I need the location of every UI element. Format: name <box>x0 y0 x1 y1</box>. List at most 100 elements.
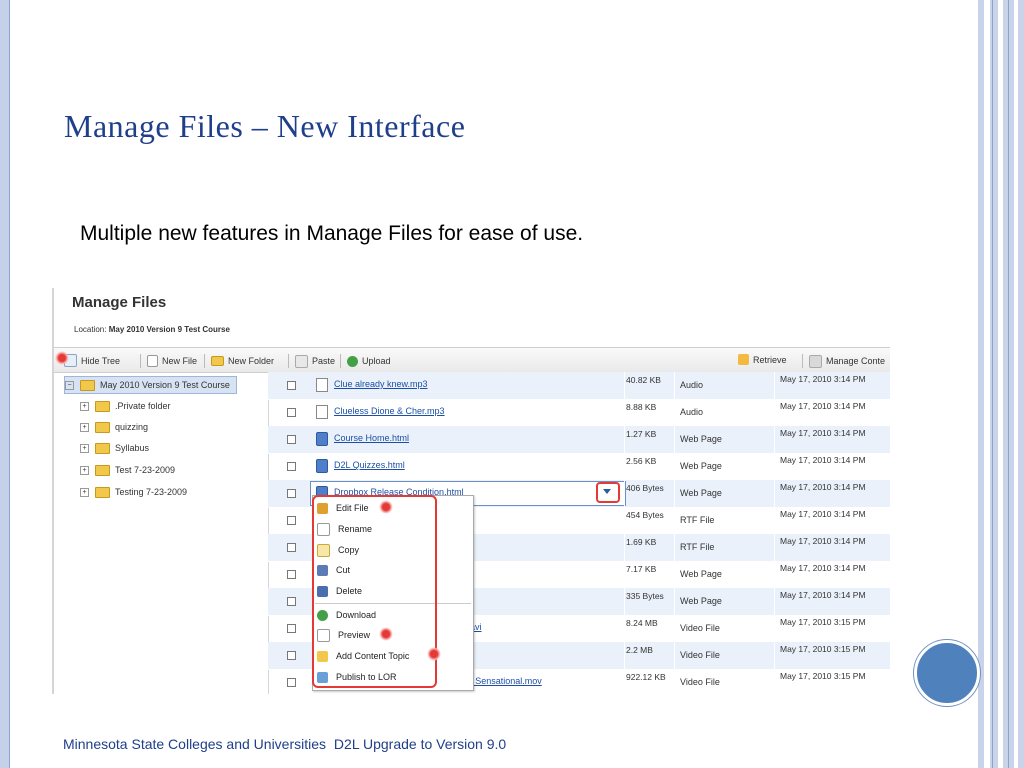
file-date: May 17, 2010 3:15 PM <box>780 671 866 681</box>
slide-footer: Minnesota State Colleges and Universitie… <box>63 736 510 752</box>
folder-icon <box>80 379 95 391</box>
location-label: Location: <box>74 325 107 334</box>
table-row[interactable]: Clueless Dione & Cher.mp3 8.88 KB Audio … <box>268 399 890 427</box>
footer-topic: D2L Upgrade to Version 9.0 <box>333 736 507 752</box>
file-type: Video File <box>680 650 720 660</box>
table-row[interactable]: Clue already knew.mp3 40.82 KB Audio May… <box>268 372 890 400</box>
file-name-link[interactable]: Clueless Dione & Cher.mp3 <box>334 406 445 416</box>
file-name-link[interactable]: Clue already knew.mp3 <box>334 379 428 389</box>
row-checkbox[interactable] <box>287 381 296 390</box>
tree-item[interactable]: + Testing 7-23-2009 <box>80 484 187 500</box>
audio-file-icon <box>316 405 328 419</box>
highlight-burst-preview <box>379 627 393 641</box>
tree-item[interactable]: + Syllabus <box>80 440 149 456</box>
expand-icon: + <box>80 487 89 497</box>
row-checkbox[interactable] <box>287 624 296 633</box>
expand-icon: + <box>80 401 89 411</box>
file-type: Web Page <box>680 596 722 606</box>
chevron-down-icon <box>603 489 611 494</box>
new-file-icon <box>147 355 158 367</box>
file-size: 406 Bytes <box>626 483 664 493</box>
manage-content-button[interactable]: Manage Conte <box>802 354 885 368</box>
manage-files-screenshot: Manage Files Location: May 2010 Version … <box>52 288 890 694</box>
upload-button[interactable]: Upload <box>340 354 391 368</box>
row-checkbox[interactable] <box>287 408 296 417</box>
row-checkbox[interactable] <box>287 678 296 687</box>
row-checkbox[interactable] <box>287 570 296 579</box>
decorative-circle <box>914 640 980 706</box>
context-menu-highlight <box>312 495 437 688</box>
file-date: May 17, 2010 3:14 PM <box>780 536 866 546</box>
file-date: May 17, 2010 3:14 PM <box>780 428 866 438</box>
expand-icon: + <box>80 443 89 453</box>
row-checkbox[interactable] <box>287 516 296 525</box>
file-size: 335 Bytes <box>626 591 664 601</box>
file-date: May 17, 2010 3:14 PM <box>780 563 866 573</box>
retrieve-icon <box>738 354 749 365</box>
folder-icon <box>95 486 110 498</box>
file-type: Web Page <box>680 488 722 498</box>
toolbar: Hide Tree New File New Folder Paste Uplo… <box>54 347 890 373</box>
row-checkbox[interactable] <box>287 462 296 471</box>
audio-file-icon <box>316 378 328 392</box>
tree-item[interactable]: + quizzing <box>80 419 148 435</box>
folder-icon <box>95 464 110 476</box>
file-size: 8.24 MB <box>626 618 658 628</box>
file-size: 2.56 KB <box>626 456 657 466</box>
tree-item[interactable]: + Test 7-23-2009 <box>80 462 175 478</box>
file-type: Audio <box>680 407 704 417</box>
file-size: 1.27 KB <box>626 429 657 439</box>
file-name-link[interactable]: D2L Quizzes.html <box>334 460 405 470</box>
manage-files-title: Manage Files <box>72 294 167 311</box>
tree-root[interactable]: − May 2010 Version 9 Test Course <box>64 376 237 394</box>
file-type: Web Page <box>680 461 722 471</box>
file-type: Web Page <box>680 569 722 579</box>
web-page-icon <box>316 459 328 473</box>
file-type: Video File <box>680 623 720 633</box>
slide-subtitle: Multiple new features in Manage Files fo… <box>80 222 584 245</box>
row-checkbox[interactable] <box>287 651 296 660</box>
file-name-link[interactable]: Course Home.html <box>334 433 409 443</box>
tree-item[interactable]: + .Private folder <box>80 398 171 414</box>
file-size: 8.88 KB <box>626 402 657 412</box>
file-type: RTF File <box>680 515 715 525</box>
file-type: Web Page <box>680 434 722 444</box>
table-row[interactable]: D2L Quizzes.html 2.56 KB Web Page May 17… <box>268 453 890 481</box>
row-checkbox[interactable] <box>287 489 296 498</box>
new-folder-button[interactable]: New Folder <box>204 354 274 368</box>
row-checkbox[interactable] <box>287 597 296 606</box>
location-breadcrumb: Location: May 2010 Version 9 Test Course <box>74 325 230 334</box>
file-size: 1.69 KB <box>626 537 657 547</box>
expand-icon: + <box>80 465 89 475</box>
highlight-burst-edit-file <box>379 500 393 514</box>
file-size: 40.82 KB <box>626 375 661 385</box>
left-frame-border <box>0 0 10 768</box>
file-date: May 17, 2010 3:15 PM <box>780 644 866 654</box>
file-type: Audio <box>680 380 704 390</box>
folder-icon <box>95 442 110 454</box>
file-size: 922.12 KB <box>626 672 666 682</box>
file-size: 2.2 MB <box>626 645 653 655</box>
new-file-button[interactable]: New File <box>140 354 197 368</box>
table-row[interactable]: Course Home.html 1.27 KB Web Page May 17… <box>268 426 890 454</box>
manage-content-icon <box>809 354 822 368</box>
hide-tree-button[interactable]: Hide Tree <box>64 354 120 367</box>
file-size: 454 Bytes <box>626 510 664 520</box>
footer-org: Minnesota State Colleges and Universitie… <box>63 736 327 752</box>
location-value: May 2010 Version 9 Test Course <box>108 325 230 334</box>
retrieve-button[interactable]: Retrieve <box>738 354 787 365</box>
context-menu-button[interactable] <box>596 482 620 503</box>
file-size: 7.17 KB <box>626 564 657 574</box>
row-checkbox[interactable] <box>287 543 296 552</box>
right-frame-border <box>978 0 1024 768</box>
slide-title: Manage Files – New Interface <box>64 108 466 144</box>
paste-button[interactable]: Paste <box>288 354 335 368</box>
expand-icon: + <box>80 422 89 432</box>
folder-icon <box>95 400 110 412</box>
file-date: May 17, 2010 3:14 PM <box>780 590 866 600</box>
folder-icon <box>95 421 110 433</box>
row-checkbox[interactable] <box>287 435 296 444</box>
file-date: May 17, 2010 3:15 PM <box>780 617 866 627</box>
folder-icon <box>211 356 224 366</box>
file-date: May 17, 2010 3:14 PM <box>780 482 866 492</box>
